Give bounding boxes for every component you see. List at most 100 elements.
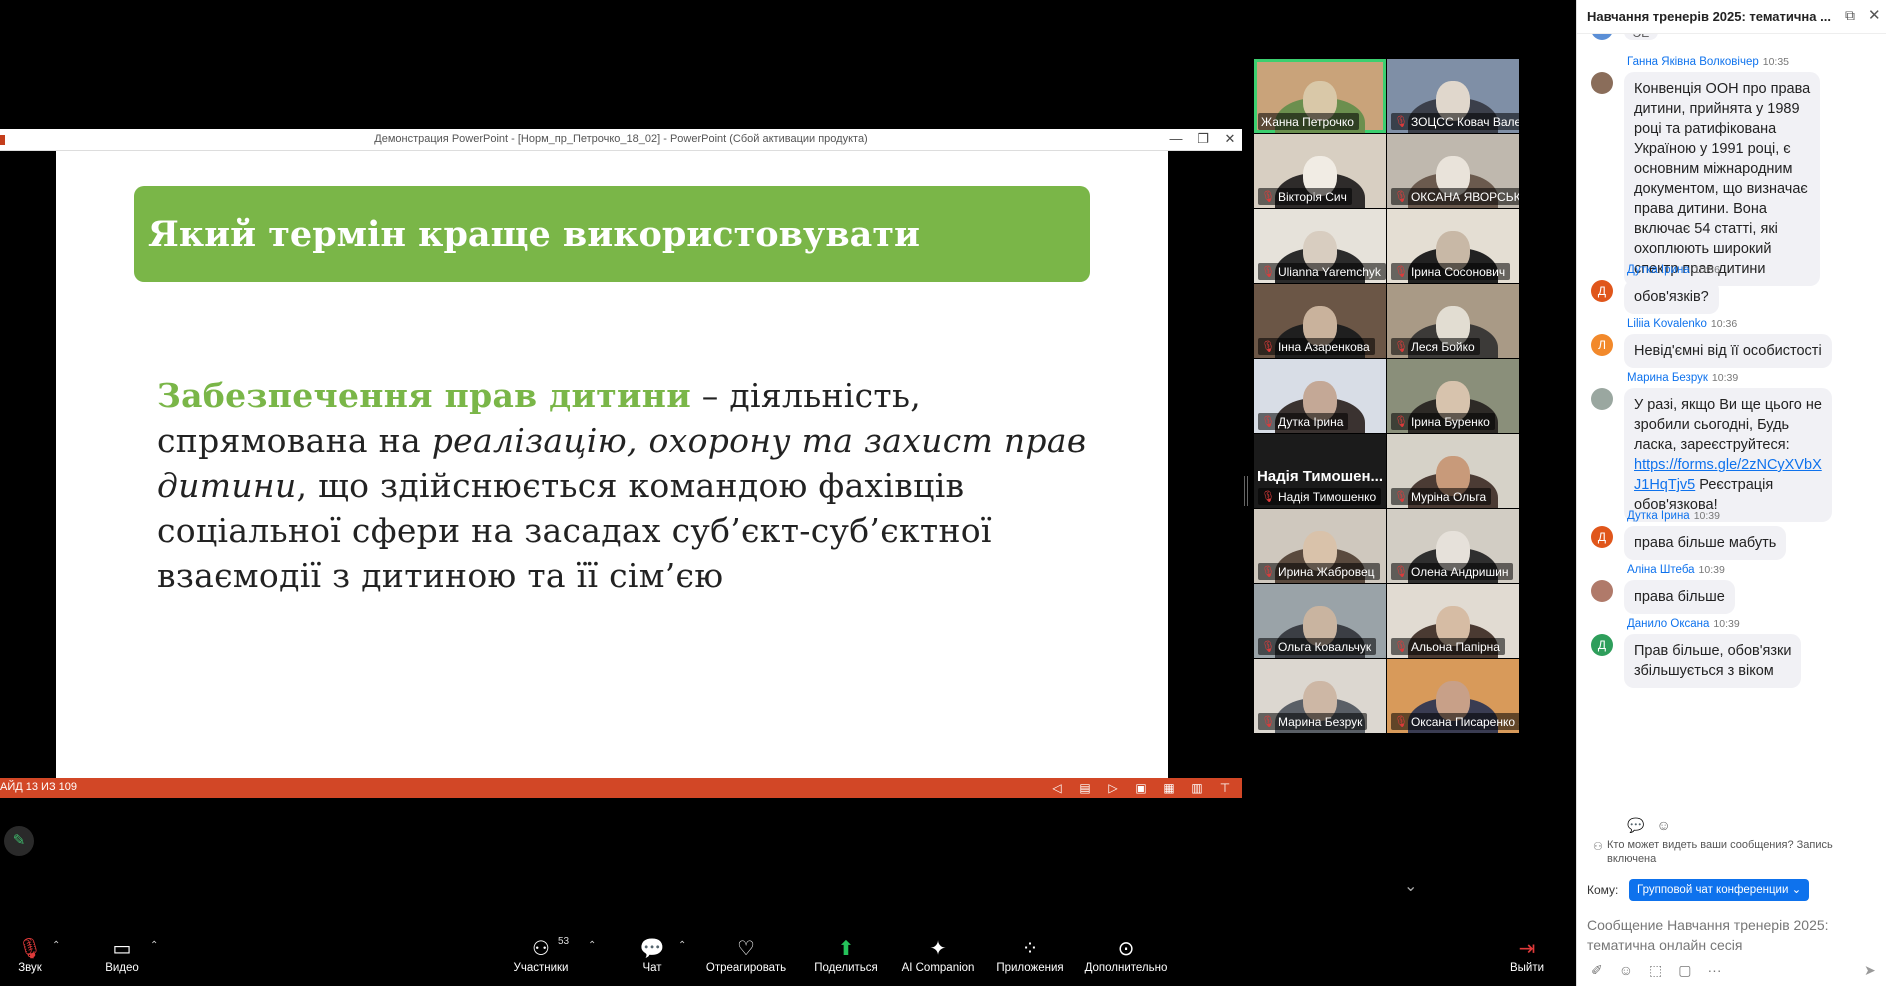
avatar[interactable] bbox=[1591, 72, 1613, 94]
participant-name: Дутка Ірина bbox=[1277, 414, 1344, 429]
participant-video-tile[interactable]: 🎙 Ирина Жабровец bbox=[1254, 509, 1386, 583]
participant-video-tile[interactable]: 🎙 Вікторія Сич bbox=[1254, 134, 1386, 208]
reply-icon[interactable]: 💬 bbox=[1627, 817, 1644, 834]
slide-sorter-icon[interactable]: ▦ bbox=[1162, 781, 1176, 795]
participant-name: Марина Безрук bbox=[1277, 714, 1363, 729]
normal-view-icon[interactable]: ▣ bbox=[1134, 781, 1148, 795]
participant-name-label: 🎙 Надія Тимошенко bbox=[1258, 488, 1382, 505]
close-icon[interactable]: ✕ bbox=[1868, 6, 1881, 24]
message-sender[interactable]: Марина Безрук bbox=[1627, 372, 1708, 384]
participant-video-tile[interactable]: 🎙 Ulianna Yaremchyk bbox=[1254, 209, 1386, 283]
message-time: 10:36 bbox=[1710, 318, 1738, 330]
format-icon[interactable]: ✐ bbox=[1591, 962, 1603, 979]
participants-button[interactable]: ⚇ 53 Участники bbox=[508, 936, 574, 974]
send-icon[interactable]: ➤ bbox=[1864, 962, 1876, 979]
attach-file-icon[interactable]: ▢ bbox=[1678, 962, 1691, 979]
slide-counter: АЙД 13 ИЗ 109 bbox=[0, 781, 77, 793]
avatar[interactable] bbox=[1591, 388, 1613, 410]
panel-splitter-handle[interactable] bbox=[1244, 476, 1248, 506]
minimize-button[interactable]: — bbox=[1164, 131, 1188, 146]
more-icon[interactable]: ··· bbox=[1708, 962, 1722, 979]
message-time: 10:36 bbox=[1693, 264, 1720, 276]
chat-visibility-notice[interactable]: ⚇ Кто может видеть ваши сообщения? Запис… bbox=[1593, 838, 1882, 866]
message-time: 10:39 bbox=[1698, 564, 1725, 576]
message-bubble: Прав більше, обов'язки збільшується з вік… bbox=[1624, 634, 1802, 688]
avatar[interactable]: Л bbox=[1591, 334, 1613, 356]
participant-video-tile[interactable]: 🎙 Інна Азаренкова bbox=[1254, 284, 1386, 358]
screenshot-icon[interactable]: ⬚ bbox=[1649, 962, 1662, 979]
chat-button[interactable]: 💬 Чат bbox=[632, 936, 672, 974]
participant-video-tile[interactable]: 🎙 Дутка Ірина bbox=[1254, 359, 1386, 433]
message-text-line: включає 54 статті, які bbox=[1634, 221, 1778, 237]
powerpoint-window-title: Демонстрация PowerPoint - [Норм_пр_Петро… bbox=[374, 133, 868, 145]
reading-view-icon[interactable]: ▥ bbox=[1190, 781, 1204, 795]
participant-video-tile[interactable]: 🎙 ОКСАНА ЯВОРСЬКА bbox=[1387, 134, 1519, 208]
chevron-down-icon[interactable]: ⌄ bbox=[1404, 876, 1417, 896]
avatar[interactable]: Д bbox=[1591, 280, 1613, 302]
participant-video-tile[interactable]: Жанна Петрочко bbox=[1254, 59, 1386, 133]
message-sender[interactable]: Дутка Ірина bbox=[1627, 264, 1690, 276]
message-sender[interactable]: Аліна Штеба bbox=[1627, 564, 1695, 576]
participant-video-tile[interactable]: 🎙 Олена Андришин bbox=[1387, 509, 1519, 583]
close-window-button[interactable]: ✕ bbox=[1218, 131, 1242, 147]
muted-microphone-icon: 🎙 bbox=[1261, 566, 1275, 578]
sparkle-icon: ✦ bbox=[929, 938, 947, 960]
shared-screen: Який термін краще використовувати Забезп… bbox=[0, 151, 1242, 778]
participant-video-tile[interactable]: 🎙 Ірина Буренко bbox=[1387, 359, 1519, 433]
previous-slide-icon[interactable]: ◁ bbox=[1050, 781, 1064, 795]
recipient-select[interactable]: Групповой чат конференции ⌄ bbox=[1629, 879, 1810, 901]
avatar[interactable]: Д bbox=[1591, 526, 1613, 548]
participant-video-tile[interactable]: 🎙 Муріна Ольга bbox=[1387, 434, 1519, 508]
participant-name-label: 🎙 Ulianna Yaremchyk bbox=[1258, 263, 1386, 280]
share-screen-icon: ⬆ bbox=[837, 938, 855, 960]
emoji-reaction-icon[interactable]: ☺ bbox=[1656, 817, 1670, 834]
participant-video-tile[interactable]: Надія Тимошен... 🎙 Надія Тимошенко bbox=[1254, 434, 1386, 508]
restore-button[interactable]: ❐ bbox=[1191, 131, 1215, 147]
registration-link[interactable]: J1HqTjv5 bbox=[1634, 477, 1695, 493]
avatar[interactable] bbox=[1591, 580, 1613, 602]
share-button[interactable]: ⬆ Поделиться bbox=[806, 936, 886, 974]
ai-companion-label: AI Companion bbox=[901, 962, 975, 974]
participant-video-tile[interactable]: 🎙 Леся Бойко bbox=[1387, 284, 1519, 358]
video-button[interactable]: ▭ Видео bbox=[100, 936, 144, 974]
message-bubble: Конвенція ООН про права дитини, прийнята … bbox=[1624, 72, 1821, 286]
participant-name-label: 🎙 Альона Папірна bbox=[1391, 638, 1505, 655]
next-slide-icon[interactable]: ▷ bbox=[1106, 781, 1120, 795]
share-label: Поделиться bbox=[814, 962, 878, 974]
people-icon: ⚇ bbox=[1593, 841, 1603, 853]
participant-video-tile[interactable]: 🎙 Альона Папірна bbox=[1387, 584, 1519, 658]
chat-messages[interactable]: ЭЕ Ганна Яківна Волковічер10:35 Конвенція… bbox=[1577, 34, 1886, 840]
message-sender[interactable]: Данило Оксана bbox=[1627, 618, 1709, 630]
participant-name: Леся Бойко bbox=[1410, 339, 1475, 354]
participant-video-tile[interactable]: 🎙 Марина Безрук bbox=[1254, 659, 1386, 733]
participant-video-tile[interactable]: 🎙ЗОЦСС Ковач Вален... bbox=[1387, 59, 1519, 133]
popout-icon[interactable]: ⧉ bbox=[1845, 7, 1855, 24]
react-button[interactable]: ♡ Отреагировать bbox=[700, 936, 792, 974]
slideshow-icon[interactable]: ⊤ bbox=[1218, 781, 1232, 795]
avatar[interactable]: Д bbox=[1591, 634, 1613, 656]
more-button[interactable]: ⊙ Дополнительно bbox=[1080, 936, 1172, 974]
leave-button[interactable]: ⇥ Выйти bbox=[1502, 936, 1552, 974]
muted-microphone-icon: 🎙 bbox=[1394, 716, 1408, 728]
message-sender[interactable]: Дутка Ірина bbox=[1627, 510, 1690, 522]
muted-microphone-icon: 🎙 bbox=[1261, 191, 1275, 203]
message-sender[interactable]: Liliia Kovalenko bbox=[1627, 318, 1707, 330]
participant-video-tile[interactable]: 🎙Оксана Писаренко З... bbox=[1387, 659, 1519, 733]
muted-microphone-icon: 🎙 bbox=[17, 938, 43, 960]
annotate-pencil-icon[interactable]: ✎ bbox=[4, 826, 34, 856]
apps-button[interactable]: ⁘ Приложения bbox=[990, 936, 1070, 974]
participant-display-name: Надія Тимошен... bbox=[1256, 468, 1384, 485]
notes-icon[interactable]: ▤ bbox=[1078, 781, 1092, 795]
emoji-icon[interactable]: ☺ bbox=[1619, 962, 1633, 979]
slide-heading-banner: Який термін краще використовувати bbox=[134, 186, 1090, 282]
registration-link[interactable]: https://forms.gle/2zNCyXVbX bbox=[1634, 457, 1822, 473]
message-sender[interactable]: Ганна Яківна Волковічер bbox=[1627, 56, 1759, 68]
audio-button[interactable]: 🎙 Звук bbox=[12, 936, 48, 974]
message-bubble: права більше мабуть bbox=[1624, 526, 1787, 560]
chat-message-input[interactable]: Сообщение Навчання тренерів 2025: темати… bbox=[1587, 915, 1877, 959]
apps-icon: ⁘ bbox=[1021, 938, 1039, 960]
ai-companion-button[interactable]: ✦ AI Companion bbox=[896, 936, 980, 974]
message-meta: Дутка Ірина 10:36 bbox=[1627, 264, 1720, 276]
participant-video-tile[interactable]: 🎙 Ольга Ковальчук bbox=[1254, 584, 1386, 658]
participant-video-tile[interactable]: 🎙 Ірина Сосонович bbox=[1387, 209, 1519, 283]
